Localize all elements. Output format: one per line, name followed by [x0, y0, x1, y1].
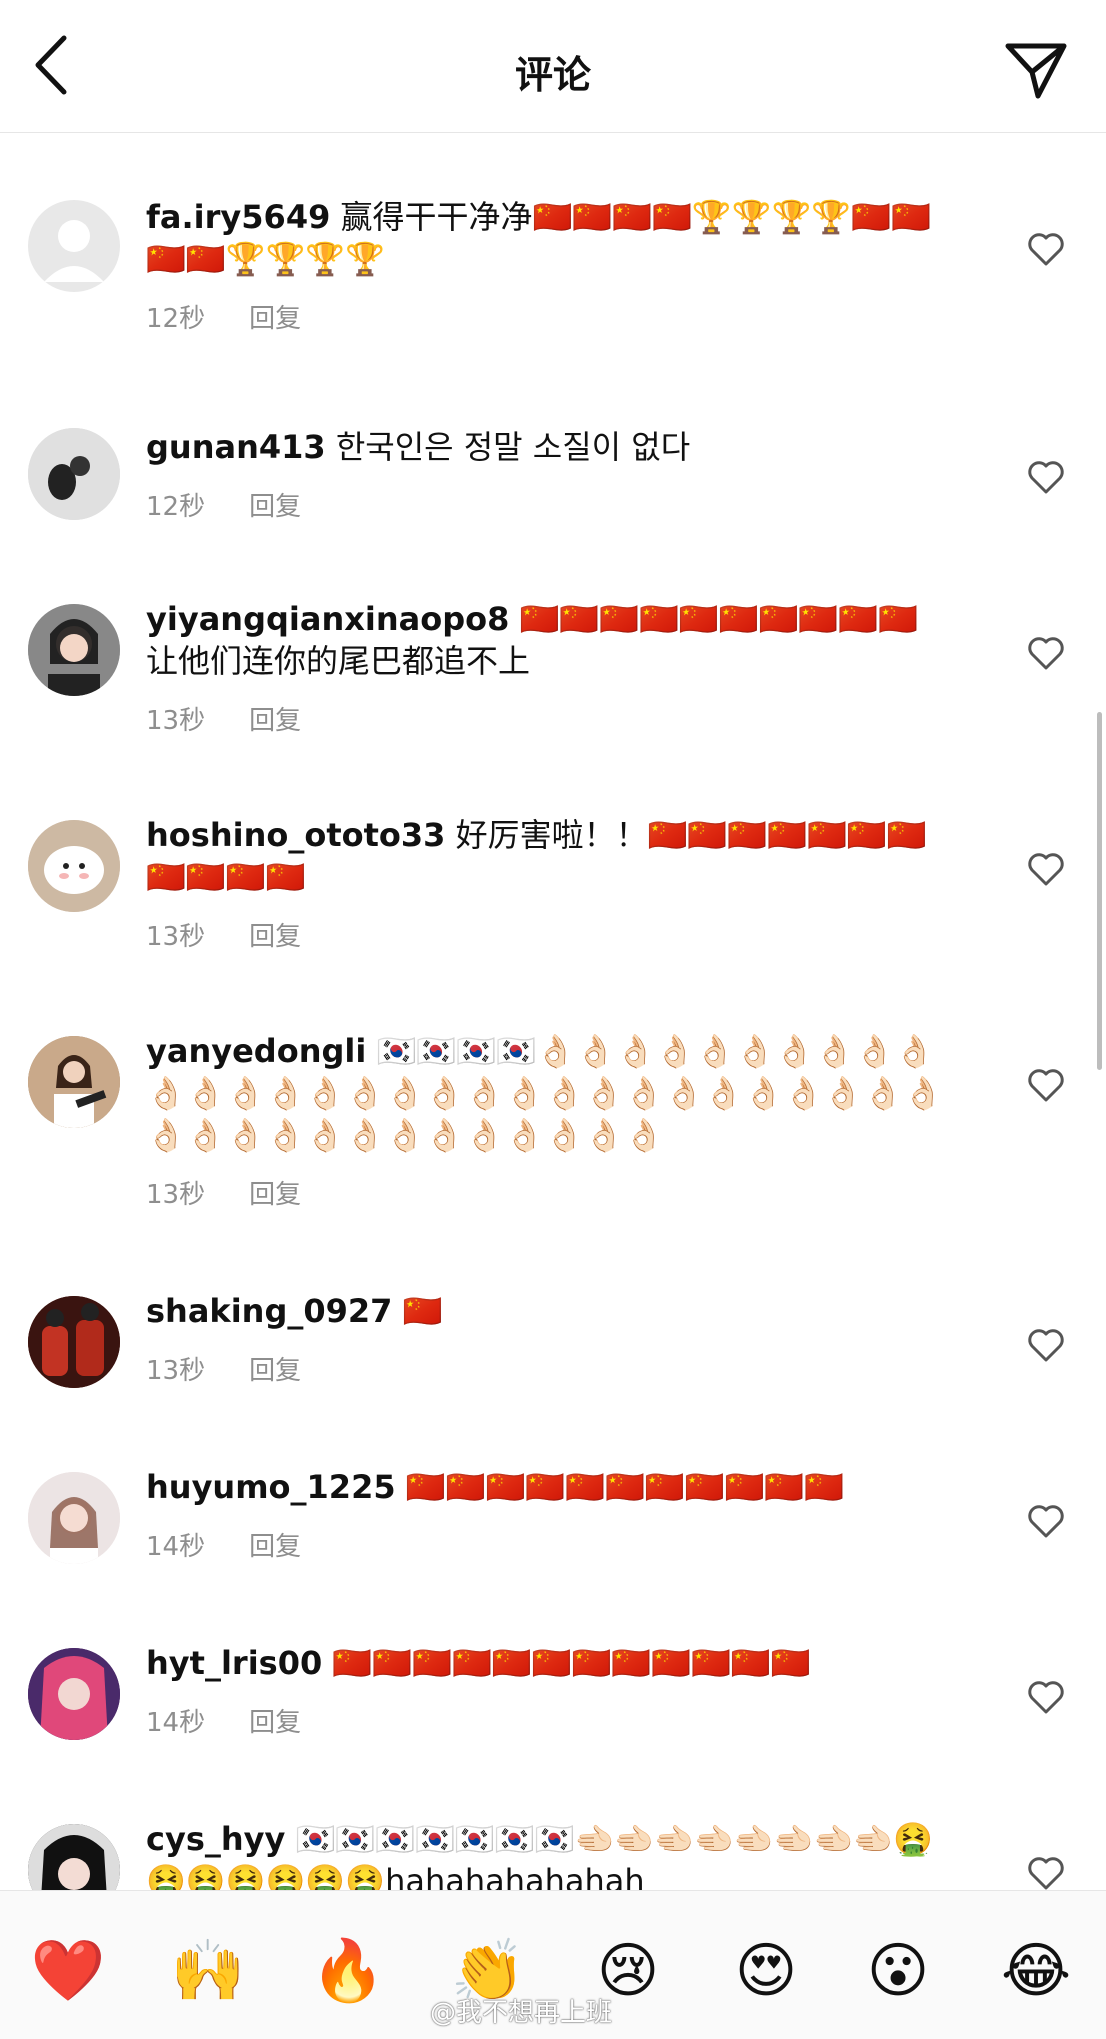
heart-outline-icon[interactable]	[1026, 1678, 1066, 1718]
heart-outline-icon[interactable]	[1026, 1854, 1066, 1890]
comment-time: 12秒	[146, 304, 206, 334]
reply-button[interactable]: 回复	[249, 1526, 301, 1563]
avatar[interactable]	[28, 428, 120, 520]
paper-plane-icon[interactable]	[1002, 38, 1070, 102]
comment-text: 🇨🇳🇨🇳🇨🇳🇨🇳🇨🇳🇨🇳🇨🇳🇨🇳🇨🇳🇨🇳🇨🇳🇨🇳	[332, 1644, 811, 1682]
comment-username[interactable]: yanyedongli	[146, 1032, 366, 1070]
avatar[interactable]	[28, 604, 120, 696]
reply-button[interactable]: 回复	[249, 700, 301, 737]
comment-time: 13秒	[146, 922, 206, 952]
comment-list: fa.iry5649 赢得干干净净🇨🇳🇨🇳🇨🇳🇨🇳🏆🏆🏆🏆🇨🇳🇨🇳🇨🇳🇨🇳🏆🏆🏆…	[0, 132, 1106, 1890]
heart-outline-icon[interactable]	[1026, 1502, 1066, 1542]
top-bar: 评论	[0, 0, 1106, 133]
avatar[interactable]	[28, 1296, 120, 1388]
comment-time: 12秒	[146, 492, 206, 522]
avatar[interactable]	[28, 200, 120, 292]
heart-outline-icon[interactable]	[1026, 458, 1066, 498]
emoji-reaction-laugh[interactable]: 😂	[996, 1931, 1076, 2011]
avatar[interactable]	[28, 820, 120, 912]
avatar[interactable]	[28, 1472, 120, 1564]
watermark: @我不想再上班	[430, 1998, 613, 2028]
comment-username[interactable]: yiyangqianxinaopo8	[146, 600, 509, 638]
reply-button[interactable]: 回复	[249, 1350, 301, 1387]
comment-time: 13秒	[146, 1180, 206, 1210]
emoji-reaction-heart[interactable]: ❤️	[28, 1931, 108, 2011]
emoji-reaction-heart-eyes[interactable]: 😍	[726, 1931, 806, 2011]
heart-outline-icon[interactable]	[1026, 850, 1066, 890]
comment-time: 13秒	[146, 706, 206, 736]
reply-button[interactable]: 回复	[249, 1174, 301, 1211]
heart-outline-icon[interactable]	[1026, 1326, 1066, 1366]
emoji-reaction-fire[interactable]: 🔥	[308, 1931, 388, 2011]
comment-time: 14秒	[146, 1708, 206, 1738]
comment-username[interactable]: hoshino_ototo33	[146, 816, 445, 854]
avatar[interactable]	[28, 1824, 120, 1890]
emoji-reaction-surprised[interactable]: 😮	[858, 1931, 938, 2011]
reply-button[interactable]: 回复	[249, 1702, 301, 1739]
reply-button[interactable]: 回复	[249, 916, 301, 953]
comment-text: 🇨🇳🇨🇳🇨🇳🇨🇳🇨🇳🇨🇳🇨🇳🇨🇳🇨🇳🇨🇳🇨🇳	[405, 1468, 845, 1506]
reply-button[interactable]: 回复	[249, 298, 301, 335]
scrollbar[interactable]	[1097, 712, 1102, 1070]
comment-username[interactable]: hyt_lris00	[146, 1644, 322, 1682]
emoji-reaction-raised-hands[interactable]: 🙌	[168, 1931, 248, 2011]
comment-username[interactable]: fa.iry5649	[146, 198, 330, 236]
comment-time: 14秒	[146, 1532, 206, 1562]
heart-outline-icon[interactable]	[1026, 634, 1066, 674]
comment-text: 🇨🇳	[402, 1292, 443, 1330]
heart-outline-icon[interactable]	[1026, 230, 1066, 270]
comment-time: 13秒	[146, 1356, 206, 1386]
heart-outline-icon[interactable]	[1026, 1066, 1066, 1106]
avatar[interactable]	[28, 1648, 120, 1740]
comment-text: 한국인은 정말 소질이 없다	[335, 428, 691, 466]
avatar[interactable]	[28, 1036, 120, 1128]
comment-username[interactable]: shaking_0927	[146, 1292, 392, 1330]
comment-username[interactable]: gunan413	[146, 428, 326, 466]
comment-username[interactable]: huyumo_1225	[146, 1468, 396, 1506]
comment-username[interactable]: cys_hyy	[146, 1820, 285, 1858]
page-title: 评论	[514, 53, 591, 97]
reply-button[interactable]: 回复	[249, 486, 301, 523]
